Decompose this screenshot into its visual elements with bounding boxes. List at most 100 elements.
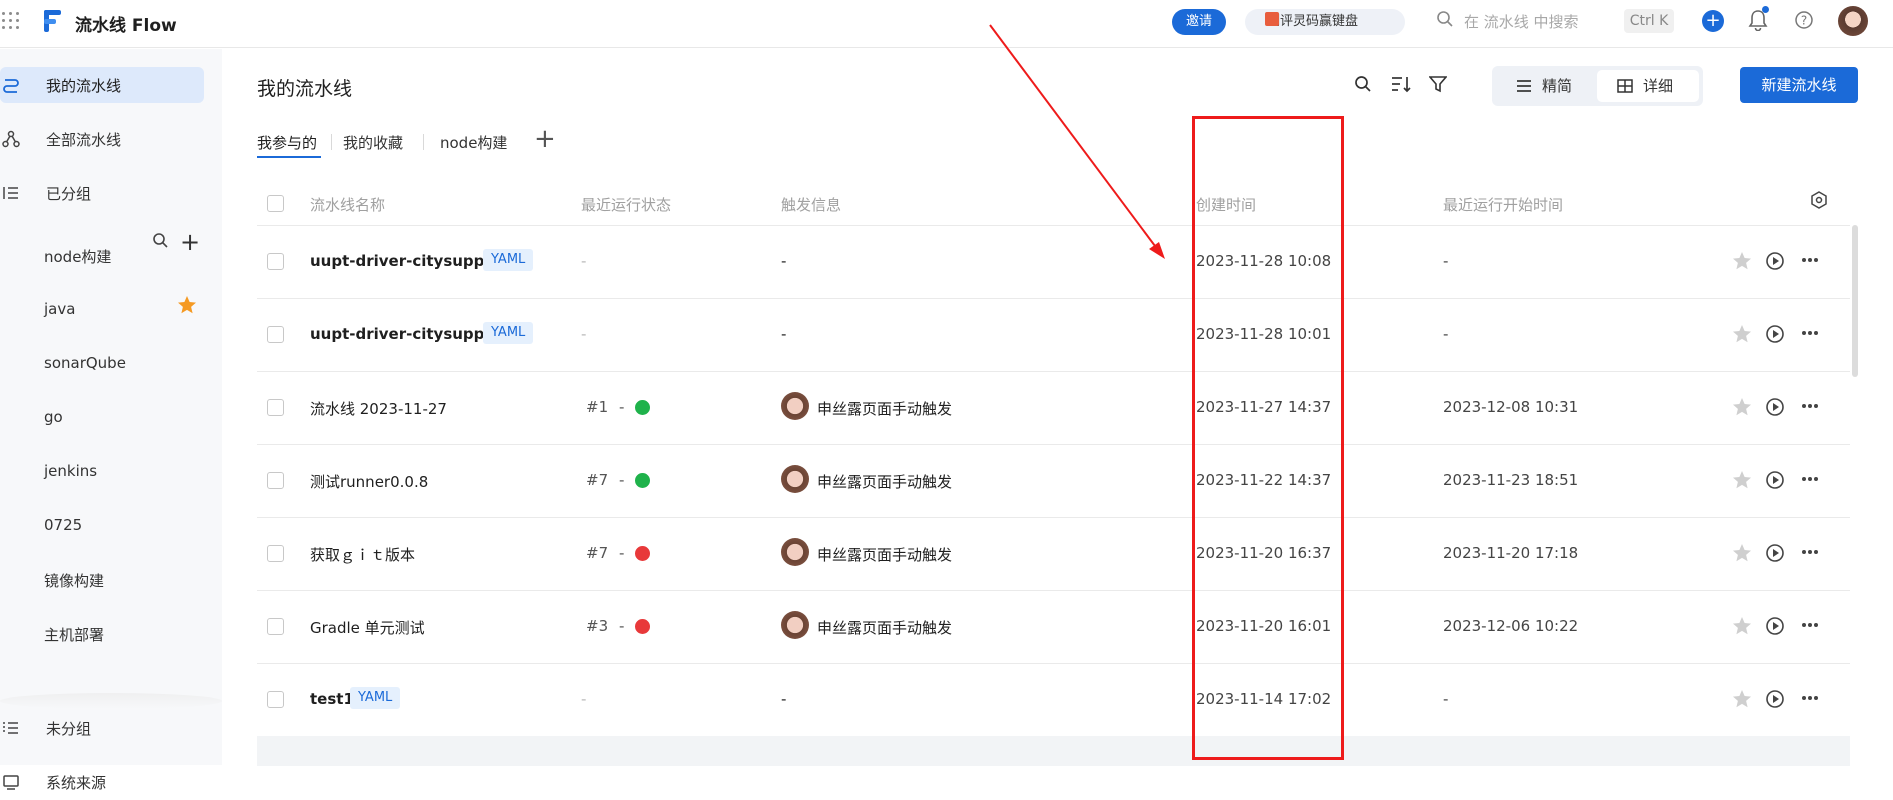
pipeline-name[interactable]: uupt-driver-citysupp... [310, 252, 502, 270]
table-row[interactable]: 获取ｇｉｔ版本 #7 - 申丝露页面手动触发 2023-11-20 16:37 … [257, 518, 1850, 591]
last-run-time: 2023-11-23 18:51 [1443, 471, 1579, 489]
add-tab-icon[interactable]: + [534, 124, 556, 154]
run-icon[interactable] [1765, 616, 1785, 636]
sidebar-item-my-pipelines[interactable]: 我的流水线 [0, 67, 204, 103]
pipeline-name[interactable]: 流水线 2023-11-27 [310, 398, 447, 419]
run-icon[interactable] [1765, 251, 1785, 271]
run-separator: - [619, 544, 625, 562]
trigger-info: 申丝露页面手动触发 [817, 400, 953, 418]
tab-node-build[interactable]: node构建 [440, 132, 507, 153]
table-row[interactable]: Gradle 单元测试 #3 - 申丝露页面手动触发 2023-11-20 16… [257, 591, 1850, 664]
group-item-image-build[interactable]: 镜像构建 [44, 570, 104, 591]
more-icon[interactable] [1800, 396, 1820, 416]
invite-button[interactable]: 邀请 [1172, 9, 1226, 35]
run-number[interactable]: #7 [586, 544, 608, 562]
table-row[interactable]: 测试runner0.0.8 #7 - 申丝露页面手动触发 2023-11-22 … [257, 445, 1850, 518]
column-header-trigger[interactable]: 触发信息 [781, 194, 841, 215]
run-icon[interactable] [1765, 324, 1785, 344]
view-detail-button[interactable]: 详细 [1597, 70, 1699, 102]
more-icon[interactable] [1800, 250, 1820, 270]
sidebar-item-ungrouped[interactable]: 未分组 [0, 710, 204, 746]
row-checkbox[interactable] [267, 691, 284, 708]
select-all-checkbox[interactable] [267, 195, 284, 212]
star-icon[interactable] [1732, 689, 1752, 709]
tab-participated[interactable]: 我参与的 [257, 132, 317, 153]
run-icon[interactable] [1765, 543, 1785, 563]
group-item-host-deploy[interactable]: 主机部署 [44, 624, 104, 645]
star-icon[interactable] [1732, 470, 1752, 490]
more-icon[interactable] [1800, 688, 1820, 708]
user-avatar[interactable] [1838, 6, 1868, 36]
run-separator: - [619, 398, 625, 416]
group-item-0725[interactable]: 0725 [44, 516, 82, 534]
table-row[interactable]: test1 YAML - - 2023-11-14 17:02 - [257, 664, 1850, 737]
last-run-time: - [1443, 325, 1449, 343]
star-icon[interactable] [1732, 324, 1752, 344]
table-row-partial[interactable] [257, 736, 1850, 766]
run-number[interactable]: #3 [586, 617, 608, 635]
star-icon[interactable] [1732, 616, 1752, 636]
row-checkbox[interactable] [267, 472, 284, 489]
more-icon[interactable] [1800, 323, 1820, 343]
pipeline-name[interactable]: 获取ｇｉｔ版本 [310, 544, 415, 565]
favorite-star-icon[interactable] [177, 295, 197, 315]
table-row[interactable]: uupt-driver-citysupp... YAML - - 2023-11… [257, 299, 1850, 372]
group-item-jenkins[interactable]: jenkins [44, 462, 97, 480]
add-group-icon[interactable]: + [180, 228, 200, 256]
column-header-status[interactable]: 最近运行状态 [581, 194, 671, 215]
column-settings-icon[interactable] [1810, 191, 1828, 209]
grid-view-icon [1617, 79, 1633, 93]
more-icon[interactable] [1800, 469, 1820, 489]
pipeline-name[interactable]: 测试runner0.0.8 [310, 471, 428, 492]
more-icon[interactable] [1800, 542, 1820, 562]
search-icon[interactable] [1354, 75, 1372, 93]
group-item-go[interactable]: go [44, 408, 63, 426]
help-icon[interactable]: ? [1794, 10, 1814, 30]
pipeline-name[interactable]: uupt-driver-citysupp... [310, 325, 502, 343]
view-simple-button[interactable]: 精简 [1496, 70, 1598, 102]
sidebar-item-grouped[interactable]: 已分组 [0, 175, 140, 211]
column-header-name[interactable]: 流水线名称 [310, 194, 385, 215]
star-icon[interactable] [1732, 397, 1752, 417]
group-item-node[interactable]: node构建 [44, 246, 111, 267]
yaml-badge: YAML [483, 249, 534, 271]
more-icon[interactable] [1800, 615, 1820, 635]
run-icon[interactable] [1765, 397, 1785, 417]
group-item-java[interactable]: java [44, 300, 75, 318]
filter-icon[interactable] [1429, 75, 1447, 93]
row-checkbox[interactable] [267, 399, 284, 416]
tab-favorites[interactable]: 我的收藏 [343, 132, 403, 153]
star-icon[interactable] [1732, 251, 1752, 271]
app-grid-icon[interactable] [2, 12, 20, 30]
row-checkbox[interactable] [267, 618, 284, 635]
row-checkbox[interactable] [267, 326, 284, 343]
pipeline-name[interactable]: Gradle 单元测试 [310, 617, 425, 638]
table-scrollbar[interactable] [1852, 225, 1858, 377]
star-icon[interactable] [1732, 543, 1752, 563]
group-search-icon[interactable] [152, 232, 169, 249]
sidebar-item-label: 未分组 [46, 720, 92, 738]
run-icon[interactable] [1765, 470, 1785, 490]
column-header-last-run[interactable]: 最近运行开始时间 [1443, 194, 1563, 215]
success-icon [635, 473, 650, 488]
sidebar-item-system-source[interactable]: 系统来源 [0, 764, 204, 800]
table-row[interactable]: 流水线 2023-11-27 #1 - 申丝露页面手动触发 2023-11-27… [257, 372, 1850, 445]
active-tab-indicator [257, 156, 321, 158]
sidebar-item-all-pipelines[interactable]: 全部流水线 [0, 121, 204, 157]
table-row[interactable]: uupt-driver-citysupp... YAML - - 2023-11… [257, 226, 1850, 299]
row-checkbox[interactable] [267, 253, 284, 270]
global-search-input[interactable]: 在 流水线 中搜索 [1464, 11, 1579, 32]
row-checkbox[interactable] [267, 545, 284, 562]
run-number[interactable]: #1 [586, 398, 608, 416]
search-icon[interactable] [1436, 10, 1454, 28]
notification-dot [1762, 6, 1769, 13]
trigger-user-avatar [781, 465, 809, 493]
pipeline-name[interactable]: test1 [310, 690, 354, 708]
run-number[interactable]: #7 [586, 471, 608, 489]
create-plus-icon[interactable]: + [1702, 10, 1724, 32]
sort-icon[interactable] [1391, 75, 1411, 93]
run-icon[interactable] [1765, 689, 1785, 709]
tab-divider [423, 134, 424, 150]
group-item-sonarqube[interactable]: sonarQube [44, 354, 126, 372]
new-pipeline-button[interactable]: 新建流水线 [1740, 67, 1858, 103]
